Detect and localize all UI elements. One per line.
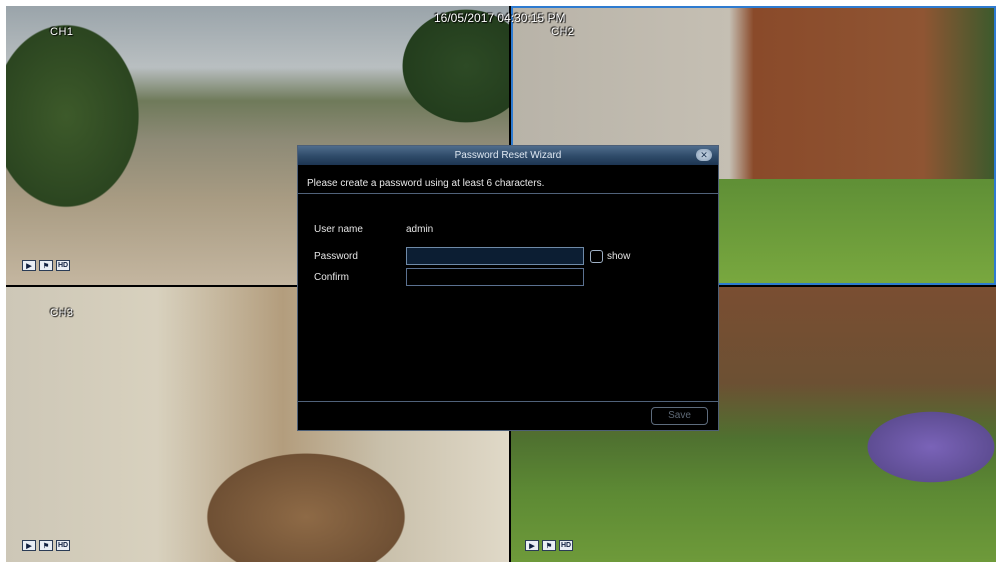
save-button[interactable]: Save — [651, 407, 708, 425]
record-icon: ▶ — [525, 540, 539, 551]
dialog-title: Password Reset Wizard — [454, 150, 562, 161]
timestamp: 16/05/2017 04:30:15 PM — [434, 11, 566, 25]
camera-label: CH1 — [50, 26, 74, 38]
hd-icon: HD — [56, 260, 71, 271]
camera-label: CH3 — [50, 307, 74, 319]
close-icon[interactable]: ✕ — [696, 149, 712, 161]
motion-icon: ⚑ — [542, 540, 556, 551]
username-value: admin — [406, 224, 434, 235]
status-icons: ▶ ⚑ HD — [22, 260, 71, 271]
dialog-instruction: Please create a password using at least … — [307, 178, 545, 189]
password-label: Password — [314, 250, 358, 262]
divider — [298, 401, 718, 402]
hd-icon: HD — [559, 540, 574, 551]
record-icon: ▶ — [22, 260, 36, 271]
camera-label: CH2 — [551, 26, 575, 38]
motion-icon: ⚑ — [39, 540, 53, 551]
show-password-label: show — [607, 250, 631, 262]
record-icon: ▶ — [22, 540, 36, 551]
dialog-title-bar: Password Reset Wizard ✕ — [298, 146, 718, 165]
show-password-checkbox[interactable] — [590, 249, 603, 263]
confirm-row: Confirm — [314, 268, 584, 286]
username-label: User name — [314, 224, 363, 235]
password-reset-dialog: Password Reset Wizard ✕ Please create a … — [297, 145, 719, 431]
password-field[interactable] — [406, 247, 584, 265]
hd-icon: HD — [56, 540, 71, 551]
password-row: Password show — [314, 247, 630, 265]
motion-icon: ⚑ — [39, 260, 53, 271]
divider — [298, 193, 718, 194]
confirm-label: Confirm — [314, 271, 350, 283]
confirm-field[interactable] — [406, 268, 584, 286]
username-row: User name admin — [314, 224, 433, 235]
status-icons: ▶ ⚑ HD — [22, 540, 71, 551]
status-icons: ▶ ⚑ HD — [525, 540, 574, 551]
